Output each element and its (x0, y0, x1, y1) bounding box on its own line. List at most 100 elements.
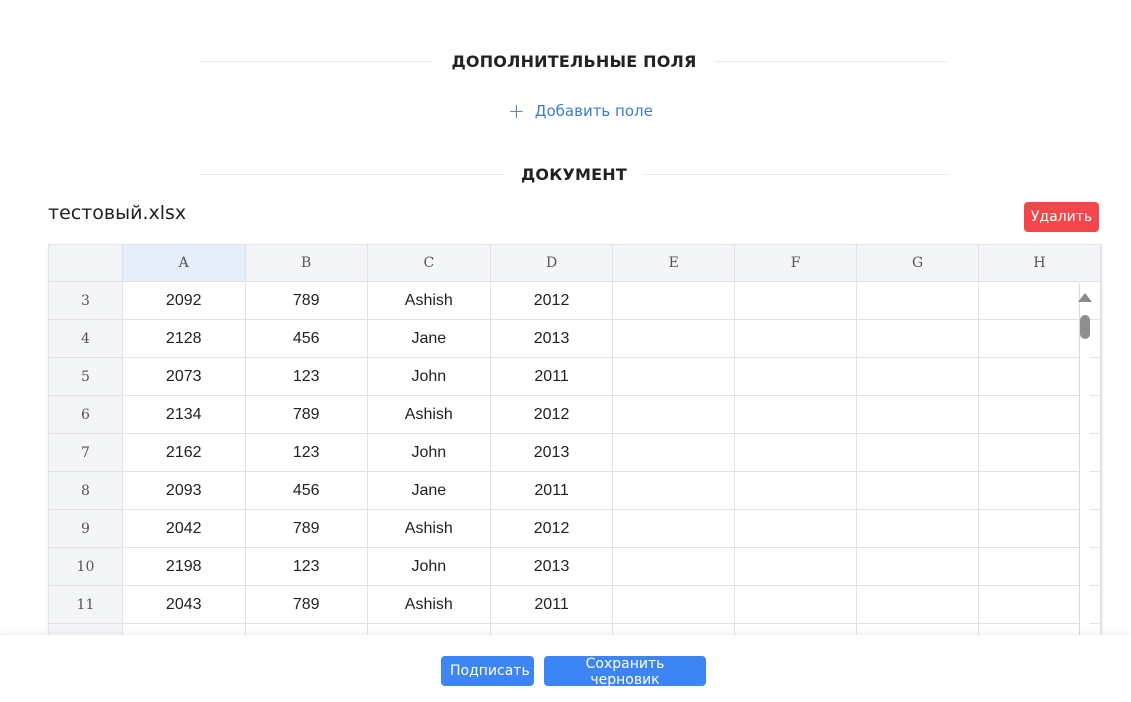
row-number[interactable]: 5 (49, 357, 123, 396)
table-row: 6 2134 789 Ashish 2012 (49, 395, 1101, 434)
cell-g9[interactable] (856, 509, 979, 548)
column-header-c[interactable]: C (367, 245, 491, 282)
column-header-b[interactable]: B (245, 245, 368, 282)
vertical-scrollbar[interactable] (1078, 283, 1092, 637)
cell-b8[interactable]: 456 (245, 471, 368, 510)
cell-d10[interactable]: 2013 (490, 547, 614, 586)
cell-b5[interactable]: 123 (245, 357, 368, 396)
cell-g3[interactable] (856, 281, 979, 320)
cell-g6[interactable] (856, 395, 979, 434)
row-number[interactable]: 9 (49, 509, 123, 548)
extra-fields-title: ДОПОЛНИТЕЛЬНЫЕ ПОЛЯ (451, 52, 697, 71)
cell-b11[interactable]: 789 (245, 585, 368, 624)
table-row: 8 2093 456 Jane 2011 (49, 471, 1101, 510)
cell-f10[interactable] (734, 547, 858, 586)
cell-c10[interactable]: John (367, 547, 491, 586)
column-header-h[interactable]: H (978, 245, 1101, 282)
cell-a4[interactable]: 2128 (122, 319, 246, 358)
cell-a9[interactable]: 2042 (122, 509, 246, 548)
cell-d3[interactable]: 2012 (490, 281, 614, 320)
footer-bar: Подписать Сохранить черновик (0, 635, 1131, 702)
add-field-button[interactable]: + Добавить поле (508, 101, 653, 121)
document-header: ДОКУМЕНТ (200, 165, 948, 184)
cell-f6[interactable] (734, 395, 858, 434)
cell-a5[interactable]: 2073 (122, 357, 246, 396)
column-header-e[interactable]: E (612, 245, 736, 282)
cell-d6[interactable]: 2012 (490, 395, 614, 434)
cell-a3[interactable]: 2092 (122, 281, 246, 320)
cell-b7[interactable]: 123 (245, 433, 368, 472)
cell-e4[interactable] (612, 319, 736, 358)
cell-g7[interactable] (856, 433, 979, 472)
scroll-up-arrow-icon[interactable] (1078, 293, 1092, 302)
cell-e6[interactable] (612, 395, 736, 434)
cell-a6[interactable]: 2134 (122, 395, 246, 434)
row-number[interactable]: 3 (49, 281, 123, 320)
cell-e11[interactable] (612, 585, 736, 624)
cell-b10[interactable]: 123 (245, 547, 368, 586)
cell-a8[interactable]: 2093 (122, 471, 246, 510)
cell-e10[interactable] (612, 547, 736, 586)
cell-g5[interactable] (856, 357, 979, 396)
cell-f5[interactable] (734, 357, 858, 396)
plus-icon: + (508, 99, 525, 123)
cell-f7[interactable] (734, 433, 858, 472)
divider (645, 174, 948, 175)
scrollbar-thumb[interactable] (1080, 315, 1090, 339)
cell-b6[interactable]: 789 (245, 395, 368, 434)
cell-a11[interactable]: 2043 (122, 585, 246, 624)
cell-c6[interactable]: Ashish (367, 395, 491, 434)
cell-f9[interactable] (734, 509, 858, 548)
cell-c3[interactable]: Ashish (367, 281, 491, 320)
cell-c8[interactable]: Jane (367, 471, 491, 510)
cell-d7[interactable]: 2013 (490, 433, 614, 472)
cell-c7[interactable]: John (367, 433, 491, 472)
row-number[interactable]: 4 (49, 319, 123, 358)
row-number[interactable]: 11 (49, 585, 123, 624)
table-row: 5 2073 123 John 2011 (49, 357, 1101, 396)
save-draft-button[interactable]: Сохранить черновик (544, 656, 706, 688)
cell-f11[interactable] (734, 585, 858, 624)
delete-button[interactable]: Удалить (1024, 202, 1099, 232)
cell-g4[interactable] (856, 319, 979, 358)
column-header-g[interactable]: G (856, 245, 979, 282)
cell-b4[interactable]: 456 (245, 319, 368, 358)
cell-b3[interactable]: 789 (245, 281, 368, 320)
cell-e5[interactable] (612, 357, 736, 396)
table-row: 3 2092 789 Ashish 2012 (49, 281, 1101, 320)
cell-e8[interactable] (612, 471, 736, 510)
row-number[interactable]: 6 (49, 395, 123, 434)
sign-button[interactable]: Подписать (441, 656, 534, 686)
row-number[interactable]: 10 (49, 547, 123, 586)
cell-b9[interactable]: 789 (245, 509, 368, 548)
cell-g8[interactable] (856, 471, 979, 510)
cell-g11[interactable] (856, 585, 979, 624)
cell-f3[interactable] (734, 281, 858, 320)
cell-a10[interactable]: 2198 (122, 547, 246, 586)
cell-d8[interactable]: 2011 (490, 471, 614, 510)
cell-e3[interactable] (612, 281, 736, 320)
column-header-a[interactable]: A (122, 245, 246, 282)
extra-fields-header: ДОПОЛНИТЕЛЬНЫЕ ПОЛЯ (200, 52, 948, 71)
cell-d9[interactable]: 2012 (490, 509, 614, 548)
cell-c11[interactable]: Ashish (367, 585, 491, 624)
row-number[interactable]: 8 (49, 471, 123, 510)
corner-cell[interactable] (49, 245, 123, 282)
cell-d5[interactable]: 2011 (490, 357, 614, 396)
cell-d11[interactable]: 2011 (490, 585, 614, 624)
cell-c4[interactable]: Jane (367, 319, 491, 358)
cell-e7[interactable] (612, 433, 736, 472)
column-header-f[interactable]: F (734, 245, 858, 282)
cell-c9[interactable]: Ashish (367, 509, 491, 548)
table-row: 11 2043 789 Ashish 2011 (49, 585, 1101, 624)
cell-a7[interactable]: 2162 (122, 433, 246, 472)
cell-c5[interactable]: John (367, 357, 491, 396)
spreadsheet-viewer[interactable]: ABCDEFGH 3 2092 789 Ashish 2012 4 2128 456 Jane 2… (48, 244, 1102, 638)
column-header-d[interactable]: D (490, 245, 614, 282)
cell-f8[interactable] (734, 471, 858, 510)
row-number[interactable]: 7 (49, 433, 123, 472)
cell-d4[interactable]: 2013 (490, 319, 614, 358)
cell-g10[interactable] (856, 547, 979, 586)
cell-f4[interactable] (734, 319, 858, 358)
cell-e9[interactable] (612, 509, 736, 548)
